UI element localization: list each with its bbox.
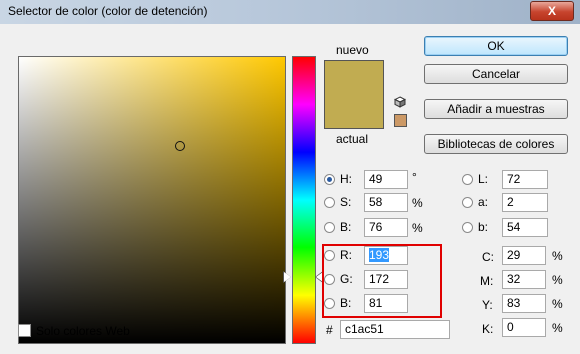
b-hsb-input[interactable]: 76 [364, 218, 408, 237]
radio-l[interactable] [462, 174, 473, 185]
s-input[interactable]: 58 [364, 193, 408, 212]
dialog-body: nuevo actual OK Cancelar Añadir a muestr… [6, 28, 574, 348]
close-button[interactable]: X [530, 1, 574, 21]
websafe-color-swatch[interactable] [394, 114, 407, 127]
cube-icon[interactable] [394, 96, 406, 108]
b-lab-label: b: [478, 220, 489, 234]
color-field-marker[interactable] [175, 141, 185, 151]
hex-input[interactable]: c1ac51 [340, 320, 450, 339]
b-lab-input[interactable]: 54 [502, 218, 548, 237]
ok-button[interactable]: OK [424, 36, 568, 56]
m-unit: % [552, 273, 563, 287]
title-bar[interactable]: Selector de color (color de detención) X [0, 0, 580, 24]
add-to-swatches-button[interactable]: Añadir a muestras [424, 99, 568, 119]
radio-s[interactable] [324, 197, 335, 208]
new-color-label: nuevo [336, 43, 369, 57]
k-input[interactable]: 0 [502, 318, 546, 337]
s-label: S: [340, 195, 352, 209]
c-label: C: [482, 250, 494, 264]
hex-label: # [326, 323, 333, 337]
y-label: Y: [482, 298, 493, 312]
h-label: H: [340, 172, 352, 186]
a-label: a: [478, 195, 489, 209]
m-input[interactable]: 32 [502, 270, 546, 289]
k-label: K: [482, 322, 494, 336]
b-hsb-label: B: [340, 220, 352, 234]
s-unit: % [412, 196, 423, 210]
web-colors-only-checkbox[interactable] [18, 324, 31, 337]
radio-h[interactable] [324, 174, 335, 185]
c-input[interactable]: 29 [502, 246, 546, 265]
color-libraries-button[interactable]: Bibliotecas de colores [424, 134, 568, 154]
a-input[interactable]: 2 [502, 193, 548, 212]
h-unit: ° [412, 170, 417, 184]
m-label: M: [480, 274, 494, 288]
c-unit: % [552, 249, 563, 263]
l-label: L: [478, 172, 489, 186]
cancel-button[interactable]: Cancelar [424, 64, 568, 84]
k-unit: % [552, 321, 563, 335]
radio-b-hsb[interactable] [324, 222, 335, 233]
color-picker-dialog: Selector de color (color de detención) X… [0, 0, 580, 354]
new-color-swatch [324, 60, 384, 97]
rgb-highlight-box [322, 244, 442, 318]
current-color-label: actual [336, 132, 369, 146]
hue-slider-handle-left[interactable] [284, 272, 291, 282]
y-unit: % [552, 297, 563, 311]
current-color-swatch[interactable] [324, 96, 384, 129]
window-title: Selector de color (color de detención) [8, 4, 208, 18]
radio-a[interactable] [462, 197, 473, 208]
b-hsb-unit: % [412, 221, 423, 235]
hue-slider[interactable] [292, 56, 316, 344]
radio-b-lab[interactable] [462, 222, 473, 233]
web-colors-only-label: Solo colores Web [36, 324, 130, 338]
y-input[interactable]: 83 [502, 294, 546, 313]
h-input[interactable]: 49 [364, 170, 408, 189]
color-field[interactable] [18, 56, 286, 344]
l-input[interactable]: 72 [502, 170, 548, 189]
